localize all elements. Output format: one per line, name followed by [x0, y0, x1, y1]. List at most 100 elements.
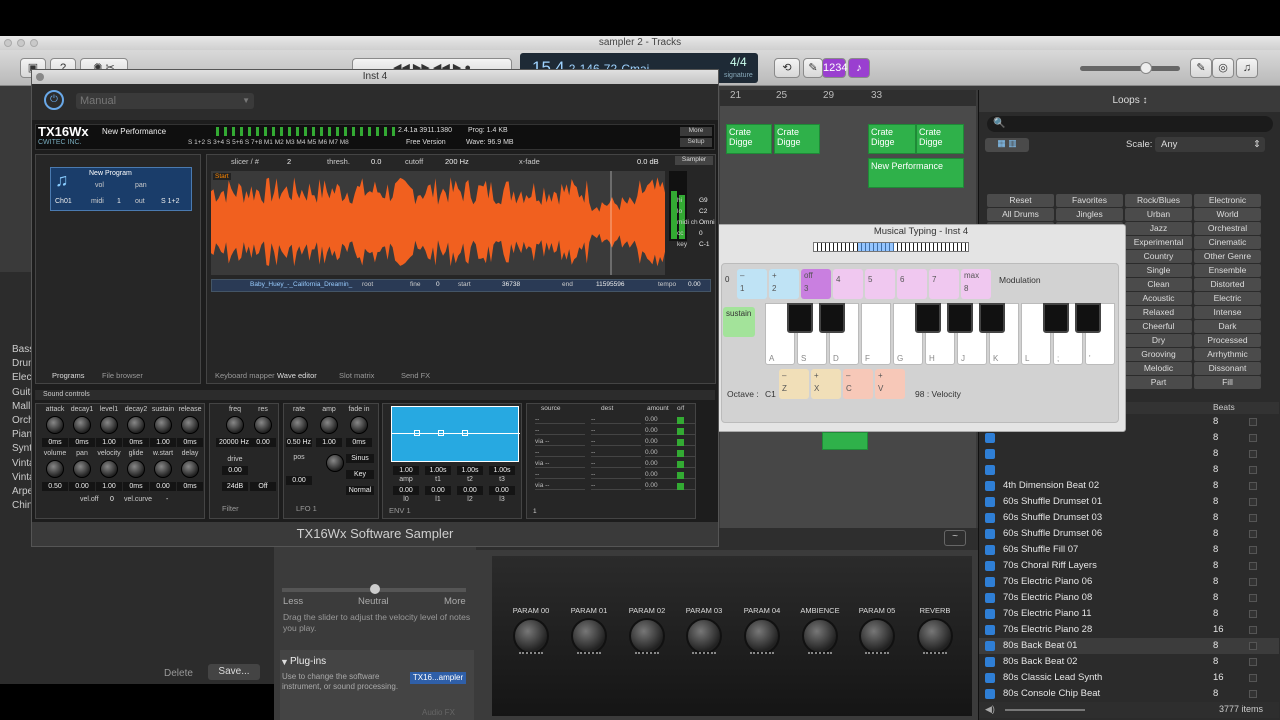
pad-key[interactable]: 5: [865, 269, 895, 299]
keyword-button[interactable]: Other Genre: [1194, 250, 1261, 263]
tempo-value[interactable]: 0.00: [688, 281, 701, 288]
keyword-button[interactable]: Part: [1125, 376, 1192, 389]
pad-key[interactable]: off 3: [801, 269, 831, 299]
amp-value[interactable]: 0.50: [42, 482, 68, 491]
library-category[interactable]: Arpe: [12, 486, 33, 500]
zone-value[interactable]: Omni: [699, 219, 715, 226]
octave-key[interactable]: + X: [811, 369, 841, 399]
piano-key-black[interactable]: [1043, 303, 1069, 333]
mod-cell[interactable]: --: [591, 427, 641, 435]
keyword-button[interactable]: Acoustic: [1125, 292, 1192, 305]
mod-cell[interactable]: --: [591, 449, 641, 457]
loop-list-item[interactable]: 70s Electric Piano 11 8: [979, 606, 1279, 622]
mod-enable-icon[interactable]: [677, 417, 684, 424]
keyword-button[interactable]: Clean: [1125, 278, 1192, 291]
mod-cell[interactable]: --: [591, 438, 641, 446]
pad-key[interactable]: 4: [833, 269, 863, 299]
vel-curve-value[interactable]: -: [166, 496, 168, 503]
favorite-checkbox[interactable]: [1249, 674, 1257, 682]
mod-cell[interactable]: 0.00: [645, 449, 695, 457]
mod-cell[interactable]: via --: [535, 460, 585, 468]
loop-list-item[interactable]: 8: [979, 430, 1279, 446]
power-icon[interactable]: ⏻: [44, 90, 64, 110]
amp-knob[interactable]: [100, 460, 118, 478]
mod-cell[interactable]: --: [591, 482, 641, 490]
wave-editor-tab[interactable]: Wave editor: [277, 369, 317, 383]
lfo-option[interactable]: Normal: [346, 486, 374, 495]
mod-enable-icon[interactable]: [677, 439, 684, 446]
env-value[interactable]: 0ms: [177, 438, 203, 447]
mod-enable-icon[interactable]: [677, 428, 684, 435]
mod-enable-icon[interactable]: [677, 472, 684, 479]
amp-value[interactable]: 0.00: [69, 482, 95, 491]
param-knob[interactable]: [513, 618, 549, 654]
channel[interactable]: Ch01: [55, 198, 72, 205]
env2-time[interactable]: 1.00s: [489, 466, 515, 475]
keyword-button[interactable]: Grooving: [1125, 348, 1192, 361]
loop-list-item[interactable]: 60s Shuffle Drumset 06 8: [979, 526, 1279, 542]
loop-list-item[interactable]: 70s Choral Riff Layers 8: [979, 558, 1279, 574]
keyword-button[interactable]: Distorted: [1194, 278, 1261, 291]
lfo-value[interactable]: 0ms: [346, 438, 372, 447]
cycle-button[interactable]: ⟲: [774, 58, 800, 78]
zone-value[interactable]: 0: [699, 230, 703, 237]
pad-key[interactable]: 7: [929, 269, 959, 299]
mod-cell[interactable]: 0.00: [645, 416, 695, 424]
mod-cell[interactable]: --: [591, 471, 641, 479]
mod-cell[interactable]: 0.00: [645, 460, 695, 468]
out-value[interactable]: S 1+2: [161, 198, 180, 205]
beats-column-header[interactable]: Beats: [1213, 402, 1235, 412]
favorite-checkbox[interactable]: [1249, 466, 1257, 474]
sound-controls-header[interactable]: Sound controls: [35, 390, 715, 400]
param-knob[interactable]: [629, 618, 665, 654]
keyword-button[interactable]: Processed: [1194, 334, 1261, 347]
piano-key-white[interactable]: F: [861, 303, 891, 365]
start-marker[interactable]: Start: [213, 173, 231, 180]
keyword-button[interactable]: Favorites: [1056, 194, 1123, 207]
new-performance-region[interactable]: New Performance: [868, 158, 964, 188]
loop-list-item[interactable]: 8: [979, 446, 1279, 462]
lfo-value[interactable]: 0.50 Hz: [286, 438, 312, 447]
pad-key[interactable]: +2: [769, 269, 799, 299]
lfo-value[interactable]: 1.00: [316, 438, 342, 447]
track-region[interactable]: Crate Digge: [726, 124, 772, 154]
filter-res-value[interactable]: 0.00: [250, 438, 276, 447]
fine-value[interactable]: 0: [436, 281, 440, 288]
favorite-checkbox[interactable]: [1249, 578, 1257, 586]
close-light[interactable]: [36, 73, 44, 81]
keyword-button[interactable]: All Drums: [987, 208, 1054, 221]
keyword-button[interactable]: Arrhythmic: [1194, 348, 1261, 361]
filter-type[interactable]: Off: [250, 482, 276, 491]
mod-cell[interactable]: via --: [535, 482, 585, 490]
wave-editor-tab[interactable]: Send FX: [401, 369, 430, 383]
loop-list-item[interactable]: 80s Console Chip Beat 8: [979, 686, 1279, 702]
lfo-option[interactable]: Sinus: [346, 454, 374, 463]
keyword-button[interactable]: Orchestral: [1194, 222, 1261, 235]
end-value[interactable]: 11595596: [596, 281, 624, 288]
param-knob[interactable]: [917, 618, 953, 654]
velocity-slider[interactable]: [282, 584, 466, 594]
env-knob[interactable]: [127, 416, 145, 434]
zone-value[interactable]: C2: [699, 208, 707, 215]
octave-key[interactable]: + V: [875, 369, 905, 399]
mod-page[interactable]: 1: [533, 508, 537, 515]
octave-key[interactable]: – Z: [779, 369, 809, 399]
waveform-display[interactable]: [211, 171, 665, 275]
track-region[interactable]: Crate Digge: [868, 124, 916, 154]
amp-value[interactable]: 0.00: [150, 482, 176, 491]
env-value[interactable]: 0ms: [42, 438, 68, 447]
midi-value[interactable]: 1: [117, 198, 121, 205]
env-knob[interactable]: [181, 416, 199, 434]
env2-time[interactable]: 1.00s: [457, 466, 483, 475]
favorite-checkbox[interactable]: [1249, 610, 1257, 618]
loop-list-item[interactable]: 80s Back Beat 02 8: [979, 654, 1279, 670]
keyword-button[interactable]: Reset: [987, 194, 1054, 207]
library-category[interactable]: Mall: [12, 401, 30, 415]
program-slot[interactable]: ♫ New Program vol pan Ch01 midi 1 out S …: [50, 167, 192, 211]
env-value[interactable]: 1.00: [150, 438, 176, 447]
env2-value[interactable]: 0.00: [457, 486, 483, 495]
mod-cell[interactable]: 0.00: [645, 471, 695, 479]
keyword-button[interactable]: Cinematic: [1194, 236, 1261, 249]
keyword-button[interactable]: Urban: [1125, 208, 1192, 221]
param-knob[interactable]: [802, 618, 838, 654]
